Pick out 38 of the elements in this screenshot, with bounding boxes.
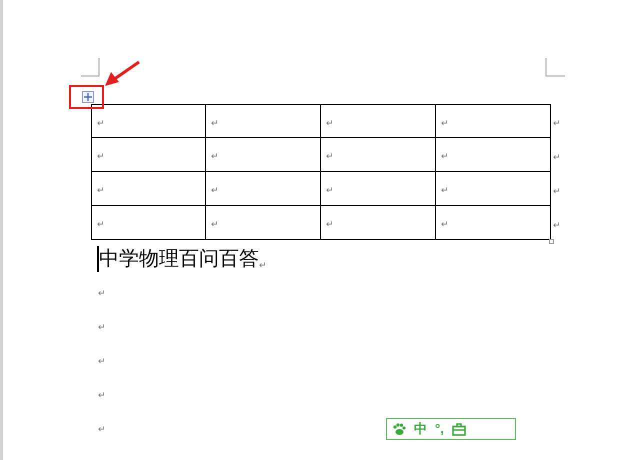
- row-end-mark: ↵: [553, 119, 561, 129]
- input-mode-toggle[interactable]: 中: [414, 421, 427, 437]
- table-cell[interactable]: ↵: [206, 206, 321, 240]
- highlight-box: [69, 85, 104, 109]
- table-cell[interactable]: ↵: [321, 172, 436, 206]
- table-cell[interactable]: ↵: [321, 206, 436, 240]
- table-cell[interactable]: ↵: [91, 206, 206, 240]
- paragraph-mark: ↵: [98, 322, 106, 334]
- heading-text: 中学物理百问百答: [99, 247, 259, 272]
- table-cell[interactable]: ↵: [91, 104, 206, 138]
- row-end-mark: ↵: [553, 221, 561, 231]
- punctuation-toggle[interactable]: °,: [435, 421, 444, 437]
- corner-mark-icon: [81, 58, 101, 78]
- table-cell[interactable]: ↵: [206, 172, 321, 206]
- resize-handle[interactable]: [549, 239, 554, 244]
- table-cell[interactable]: ↵: [436, 104, 551, 138]
- table-cell[interactable]: ↵: [321, 104, 436, 138]
- table-cell[interactable]: ↵: [206, 138, 321, 172]
- arrow-icon: [103, 60, 141, 88]
- text-cursor: [97, 246, 99, 272]
- paw-icon[interactable]: [392, 422, 406, 436]
- row-end-mark: ↵: [553, 153, 561, 163]
- table-cell[interactable]: ↵: [436, 172, 551, 206]
- table-cell[interactable]: ↵: [91, 172, 206, 206]
- table-cell[interactable]: ↵: [436, 138, 551, 172]
- paragraph-mark: ↵: [98, 424, 106, 436]
- table-cell[interactable]: ↵: [91, 138, 206, 172]
- table-cell[interactable]: ↵: [436, 206, 551, 240]
- paragraph-mark: ↵: [98, 356, 106, 368]
- table-cell[interactable]: ↵: [206, 104, 321, 138]
- paragraph-mark: ↵: [98, 390, 106, 402]
- paragraph-mark: ↵: [259, 260, 267, 272]
- paragraph-mark: ↵: [98, 288, 106, 300]
- move-handle-icon[interactable]: [82, 91, 94, 103]
- table-cell[interactable]: ↵: [321, 138, 436, 172]
- corner-mark-icon: [545, 58, 565, 78]
- row-end-mark: ↵: [553, 187, 561, 197]
- toolbox-icon[interactable]: [452, 422, 466, 436]
